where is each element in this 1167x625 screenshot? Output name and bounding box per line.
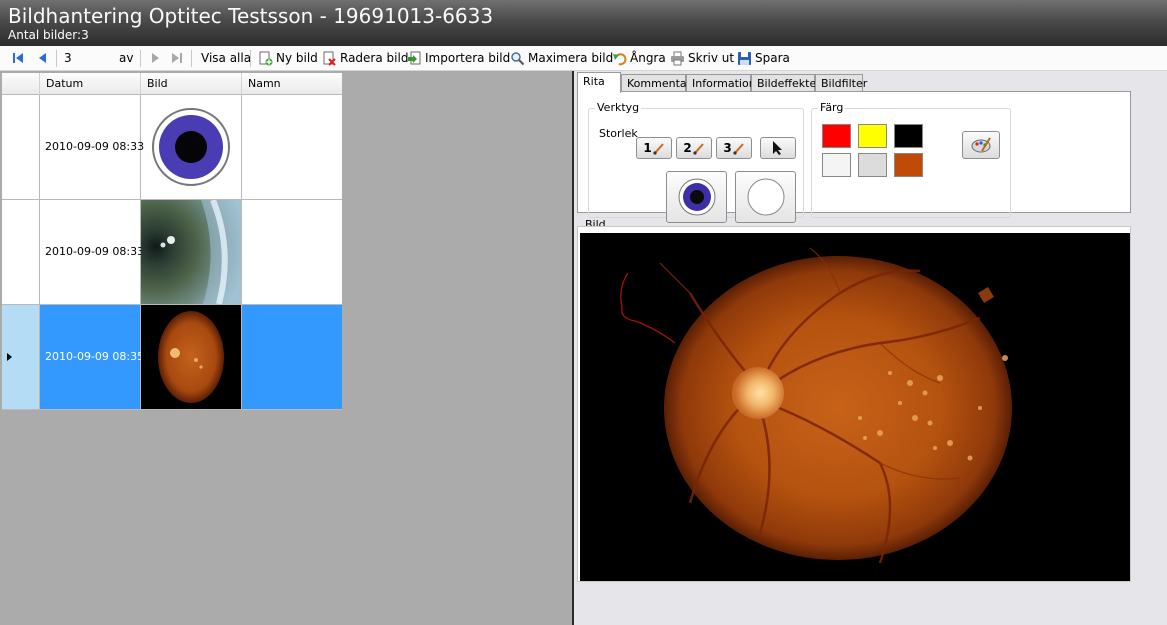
tab-information[interactable]: Information <box>686 74 756 92</box>
tools-group-label: Verktyg <box>595 101 642 114</box>
circle-tool-button[interactable] <box>735 171 796 223</box>
column-header-datum[interactable]: Datum <box>40 73 141 95</box>
table-row[interactable]: 2010-09-09 08:33 <box>2 200 342 305</box>
image-count: Antal bilder:3 <box>8 28 89 42</box>
magnifier-icon <box>511 51 525 65</box>
new-image-button[interactable]: Ny bild <box>258 49 318 67</box>
window-title: Bildhantering Optitec Testsson - 1969101… <box>8 4 494 28</box>
column-header-bild[interactable]: Bild <box>141 73 242 95</box>
show-all-button[interactable]: Visa alla <box>201 49 251 67</box>
row-header[interactable] <box>2 200 40 304</box>
draw-panel: Verktyg Storlek 1 2 3 Färg <box>577 91 1131 223</box>
size-3-label: 3 <box>723 141 732 155</box>
size-1-label: 1 <box>643 141 652 155</box>
brush-icon <box>653 142 664 155</box>
delete-image-icon <box>323 51 336 66</box>
row-name <box>242 200 342 304</box>
save-label: Spara <box>755 51 790 65</box>
color-swatch-white[interactable] <box>822 153 851 177</box>
size-3-button[interactable]: 3 <box>716 137 752 159</box>
image-panel <box>577 226 1131 582</box>
delete-image-button[interactable]: Radera bild <box>322 49 408 67</box>
color-swatch-brown[interactable] <box>894 153 923 177</box>
title-bar: Bildhantering Optitec Testsson - 1969101… <box>0 0 1167 46</box>
row-header[interactable] <box>2 305 40 409</box>
size-1-button[interactable]: 1 <box>636 137 672 159</box>
toolbar: av Visa alla Ny bild Radera bild Importe… <box>0 46 1167 71</box>
grid-header: Datum Bild Namn <box>2 73 342 95</box>
row-header-corner <box>2 73 40 95</box>
eye-stamp-icon <box>678 178 715 216</box>
fundus-photo-thumbnail[interactable] <box>141 305 242 409</box>
tools-group: Verktyg Storlek 1 2 3 <box>588 101 804 223</box>
circle-icon <box>747 178 784 216</box>
row-date: 2010-09-09 08:33 <box>40 95 144 199</box>
record-count-label: av <box>119 51 134 65</box>
save-button[interactable]: Spara <box>737 49 790 67</box>
color-swatch-red[interactable] <box>822 124 851 148</box>
color-swatch-black[interactable] <box>894 124 923 148</box>
undo-button[interactable]: Ångra <box>612 49 666 67</box>
import-image-icon <box>408 51 421 64</box>
row-date: 2010-09-09 08:35 <box>40 305 144 409</box>
table-row[interactable]: 2010-09-09 08:35 <box>2 305 342 410</box>
delete-image-label: Radera bild <box>340 51 409 65</box>
previous-record-icon[interactable] <box>36 51 50 65</box>
print-button[interactable]: Skriv ut <box>670 49 734 67</box>
brush-icon <box>693 142 704 155</box>
row-name <box>242 305 342 409</box>
size-2-label: 2 <box>683 141 692 155</box>
tab-bildfilter[interactable]: Bildfilter <box>815 74 867 92</box>
iris-photo-thumbnail[interactable] <box>141 200 242 304</box>
import-image-button[interactable]: Importera bild <box>407 49 510 67</box>
current-row-arrow-icon <box>7 353 12 361</box>
column-header-namn[interactable]: Namn <box>242 73 342 95</box>
brush-icon <box>733 142 744 155</box>
row-date: 2010-09-09 08:33 <box>40 200 144 304</box>
import-image-label: Importera bild <box>425 51 511 65</box>
fundus-image <box>620 247 1012 564</box>
eye-stamp-button[interactable] <box>666 171 727 223</box>
eye-drawing-thumbnail[interactable] <box>141 95 242 199</box>
tab-kommentar[interactable]: Kommentar <box>621 74 691 92</box>
row-header[interactable] <box>2 95 40 199</box>
image-editor-pane: Rita Kommentar Information Bildeffekter … <box>574 71 1167 625</box>
image-list-pane: Datum Bild Namn 2010-09-09 08:33 2010-09… <box>0 71 572 625</box>
maximize-image-label: Maximera bild <box>528 51 614 65</box>
color-group-label: Färg <box>818 101 846 114</box>
color-swatch-yellow[interactable] <box>858 124 887 148</box>
record-position-input[interactable] <box>60 49 112 67</box>
undo-label: Ångra <box>630 51 666 65</box>
printer-icon <box>671 51 684 65</box>
undo-icon <box>613 52 627 65</box>
row-name <box>242 95 342 199</box>
fundus-image-canvas[interactable] <box>580 233 1130 581</box>
color-picker-button[interactable] <box>962 131 1000 159</box>
new-image-label: Ny bild <box>276 51 318 65</box>
palette-icon <box>971 137 991 153</box>
new-image-icon <box>259 51 273 65</box>
cursor-arrow-icon <box>773 141 782 155</box>
size-label: Storlek <box>599 127 638 140</box>
print-label: Skriv ut <box>688 51 735 65</box>
tab-bildeffekter[interactable]: Bildeffekter <box>751 74 821 92</box>
first-record-icon[interactable] <box>11 51 25 65</box>
floppy-disk-icon <box>738 51 751 65</box>
next-record-icon[interactable] <box>148 51 162 65</box>
color-group: Färg <box>811 101 1011 218</box>
size-2-button[interactable]: 2 <box>676 137 712 159</box>
tab-rita[interactable]: Rita <box>577 72 621 93</box>
color-swatch-gray[interactable] <box>858 153 887 177</box>
maximize-image-button[interactable]: Maximera bild <box>510 49 613 67</box>
pointer-tool-button[interactable] <box>760 137 796 159</box>
table-row[interactable]: 2010-09-09 08:33 <box>2 95 342 200</box>
last-record-icon[interactable] <box>170 51 184 65</box>
